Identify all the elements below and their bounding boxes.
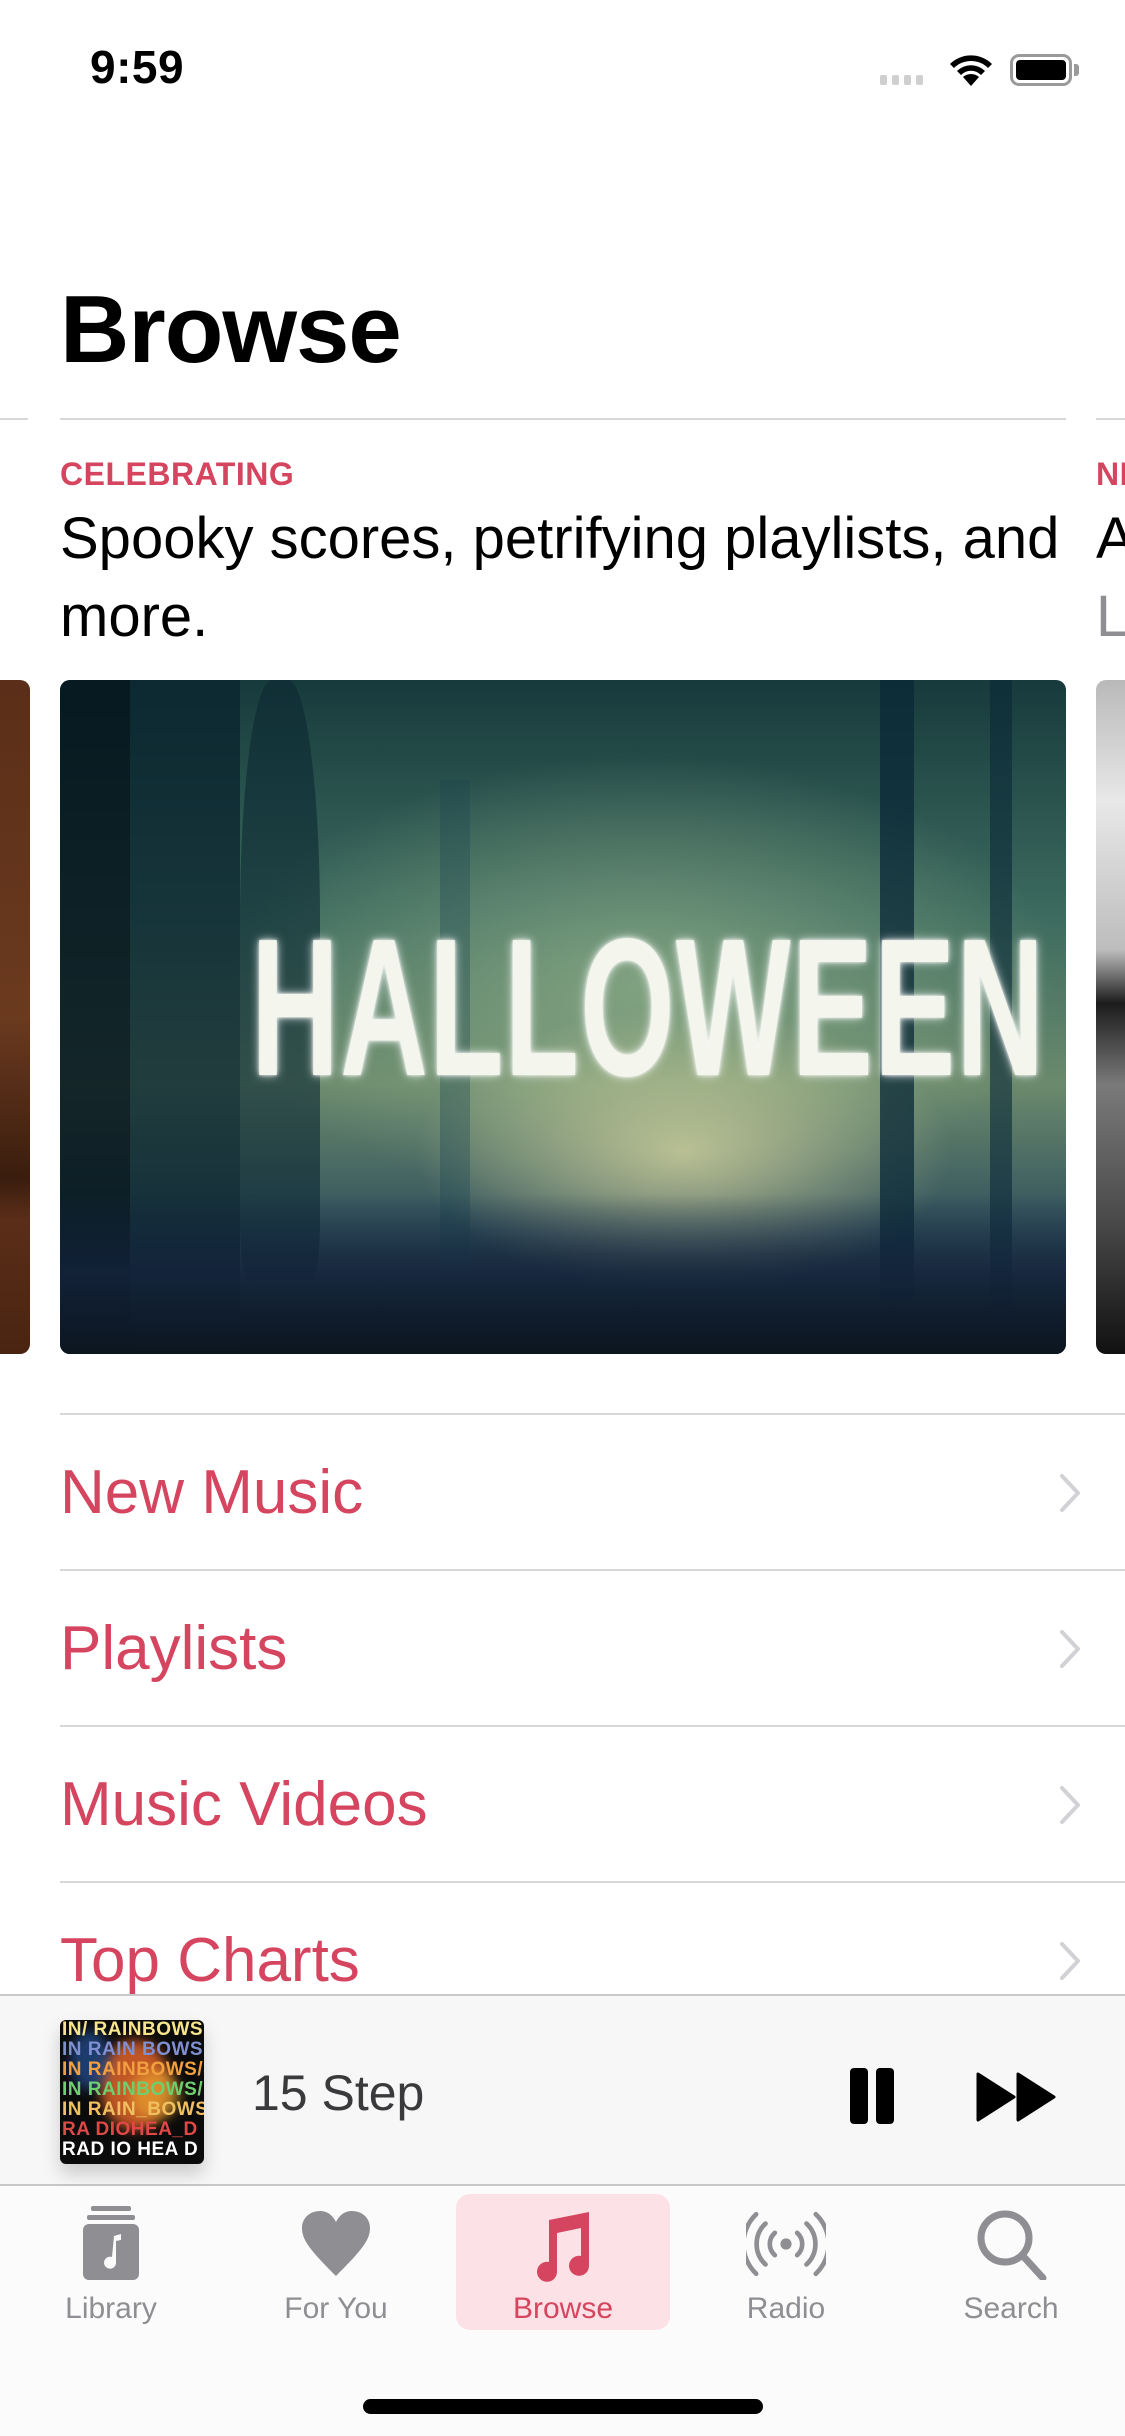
tab-search[interactable]: Search: [904, 2194, 1118, 2330]
heart-icon: [296, 2204, 376, 2284]
now-playing-title[interactable]: 15 Step: [252, 2064, 424, 2122]
chevron-right-icon: [1060, 1630, 1080, 1668]
tab-label: Search: [963, 2292, 1059, 2325]
list-item-label: New Music: [60, 1457, 364, 1527]
artwork-text: IN RAIN_BOWS: [62, 2099, 204, 2120]
tab-label: For You: [284, 2292, 388, 2325]
tab-library[interactable]: Library: [4, 2194, 218, 2330]
list-item-label: Music Videos: [60, 1769, 428, 1839]
mini-player[interactable]: IN/ RAINBOWS IN RAIN BOWS IN RAINBOWS/S …: [0, 1994, 1125, 2186]
divider: [60, 418, 1066, 420]
tab-label: Library: [65, 2292, 157, 2325]
list-item-new-music[interactable]: New Music: [60, 1413, 1125, 1569]
tab-for-you[interactable]: For You: [229, 2194, 443, 2330]
fast-forward-button[interactable]: [976, 2072, 1058, 2122]
radio-icon: [746, 2204, 826, 2284]
wifi-icon: [950, 55, 992, 86]
cellular-signal-icon: [880, 75, 923, 85]
divider: [0, 418, 28, 420]
artwork-text: IN RAINBOWS/: [62, 2079, 204, 2100]
tab-label: Browse: [512, 2292, 614, 2325]
featured-card-image[interactable]: HALLOWEEN: [60, 680, 1066, 1354]
previous-card-image[interactable]: [0, 680, 30, 1354]
card-eyebrow: CELEBRATING: [60, 456, 295, 492]
search-icon: [971, 2204, 1051, 2284]
artwork-text: IN RAINBOWS/S: [62, 2059, 204, 2080]
tab-label: Radio: [746, 2292, 826, 2325]
chevron-right-icon: [1060, 1474, 1080, 1512]
card-subtitle: L: [1096, 584, 1125, 649]
artwork-text: IN RAIN BOWS: [62, 2039, 204, 2060]
chevron-right-icon: [1060, 1942, 1080, 1980]
fast-forward-icon: [976, 2072, 1056, 2122]
tab-browse[interactable]: Browse: [456, 2194, 670, 2330]
list-item-label: Playlists: [60, 1613, 288, 1683]
browse-list: New Music Playlists Music Videos Top Cha…: [60, 1413, 1125, 2037]
album-artwork: IN/ RAINBOWS IN RAIN BOWS IN RAINBOWS/S …: [60, 2020, 204, 2164]
music-note-icon: [523, 2204, 603, 2284]
battery-cap: [1074, 64, 1079, 76]
pause-button[interactable]: [850, 2068, 894, 2124]
list-item-music-videos[interactable]: Music Videos: [60, 1725, 1125, 1881]
artwork-text: RAD IO HEA D: [62, 2139, 199, 2160]
artwork-text: IN/ RAINBOWS: [62, 2020, 204, 2040]
list-item-playlists[interactable]: Playlists: [60, 1569, 1125, 1725]
status-bar: 9:59: [0, 0, 1125, 132]
chevron-right-icon: [1060, 1786, 1080, 1824]
pause-icon: [876, 2068, 894, 2124]
card-title: Spooky scores, petrifying playlists, and…: [60, 506, 1060, 649]
status-time: 9:59: [90, 41, 185, 93]
card-eyebrow: NE: [1096, 456, 1125, 492]
battery-icon: [1010, 54, 1072, 86]
forest-ground: [60, 1194, 1066, 1354]
list-item-label: Top Charts: [60, 1925, 360, 1995]
library-icon: [71, 2204, 151, 2284]
artwork-text: RA DIOHEA_D: [62, 2119, 198, 2140]
home-indicator[interactable]: [363, 2399, 763, 2414]
halloween-banner-text: HALLOWEEN: [251, 898, 1046, 1117]
card-title: A: [1096, 506, 1125, 571]
next-card-image[interactable]: [1096, 680, 1125, 1354]
pause-icon: [850, 2068, 868, 2124]
divider: [1096, 418, 1125, 420]
page-title: Browse: [60, 276, 402, 383]
tab-radio[interactable]: Radio: [679, 2194, 893, 2330]
